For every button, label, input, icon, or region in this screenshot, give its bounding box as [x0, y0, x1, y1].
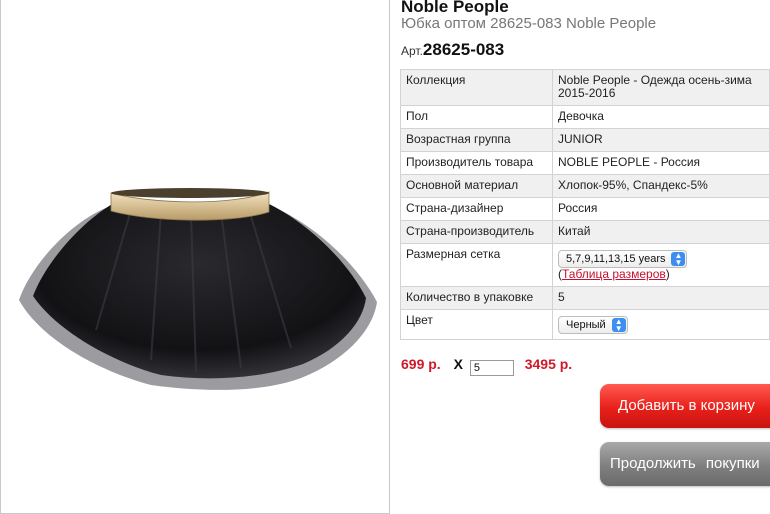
color-select[interactable]: Черный ▲ ▼: [558, 316, 628, 334]
black-tulle-skirt-photo[interactable]: [1, 0, 391, 514]
spec-row-color: Цвет Черный ▲ ▼: [400, 309, 770, 340]
unit-price: 699 р.: [401, 356, 441, 372]
spec-key: Страна-дизайнер: [400, 197, 553, 221]
spec-key: Цвет: [400, 309, 553, 340]
spec-key: Возрастная группа: [400, 128, 553, 152]
product-subtitle: Юбка оптом 28625-083 Noble People: [401, 15, 657, 32]
spec-value: 5,7,9,11,13,15 years ▲ ▼ (Таблица размеро…: [552, 243, 770, 287]
spec-key: Коллекция: [400, 69, 553, 106]
spec-row-design-country: Страна-дизайнер Россия: [400, 197, 770, 221]
continue-shopping-button[interactable]: Продолжить покупки: [600, 442, 770, 486]
spec-value: Девочка: [552, 105, 770, 129]
spec-row-origin-country: Страна-производитель Китай: [400, 220, 770, 244]
waistband-inner: [111, 188, 269, 198]
spec-value: Хлопок-95%, Спандекс-5%: [552, 174, 770, 198]
spec-key: Количество в упаковке: [400, 286, 553, 310]
spec-value: NOBLE PEOPLE - Россия: [552, 151, 770, 175]
times-sign: X: [453, 356, 463, 372]
price-line: 699 р. X 5 3495 р.: [401, 356, 572, 376]
add-to-cart-button[interactable]: Добавить в корзину: [600, 384, 770, 428]
spec-value: JUNIOR: [552, 128, 770, 152]
spec-row-pack-quantity: Количество в упаковке 5: [400, 286, 770, 310]
spec-key: Страна-производитель: [400, 220, 553, 244]
article-number: 28625-083: [422, 40, 505, 59]
color-selected: Черный: [566, 318, 606, 331]
article-prefix: Арт.: [401, 44, 423, 58]
spec-key: Производитель товара: [400, 151, 553, 175]
spec-key: Размерная сетка: [400, 243, 553, 287]
spec-row-manufacturer: Производитель товара NOBLE PEOPLE - Росс…: [400, 151, 770, 175]
size-grid-selected: 5,7,9,11,13,15 years: [566, 252, 666, 265]
spec-row-size-grid: Размерная сетка 5,7,9,11,13,15 years ▲ ▼ …: [400, 243, 770, 287]
spec-row-collection: Коллекция Noble People - Одежда осень-зи…: [400, 69, 770, 106]
spec-value: Черный ▲ ▼: [552, 309, 770, 340]
quantity-input[interactable]: 5: [469, 360, 514, 376]
specs-table: Коллекция Noble People - Одежда осень-зи…: [400, 69, 770, 340]
spec-value: Россия: [552, 197, 770, 221]
spec-value: 5: [552, 286, 770, 310]
chevron-updown-icon: ▲ ▼: [611, 318, 626, 333]
total-price: 3495 р.: [524, 356, 573, 372]
spec-key: Основной материал: [400, 174, 553, 198]
size-table-link[interactable]: Таблица размеров: [562, 267, 666, 281]
spec-row-age-group: Возрастная группа JUNIOR: [400, 128, 770, 152]
spec-row-gender: Пол Девочка: [400, 105, 770, 129]
size-grid-select[interactable]: 5,7,9,11,13,15 years ▲ ▼: [558, 250, 688, 268]
spec-row-material: Основной материал Хлопок-95%, Спандекс-5…: [400, 174, 770, 198]
spec-value: Noble People - Одежда осень-зима 2015-20…: [552, 69, 770, 106]
product-image-frame: [0, 0, 390, 514]
spec-key: Пол: [400, 105, 553, 129]
article-line: Арт.28625-083: [401, 40, 504, 60]
chevron-updown-icon: ▲ ▼: [671, 252, 686, 267]
spec-value: Китай: [552, 220, 770, 244]
size-link-paren-close: ): [665, 267, 670, 281]
